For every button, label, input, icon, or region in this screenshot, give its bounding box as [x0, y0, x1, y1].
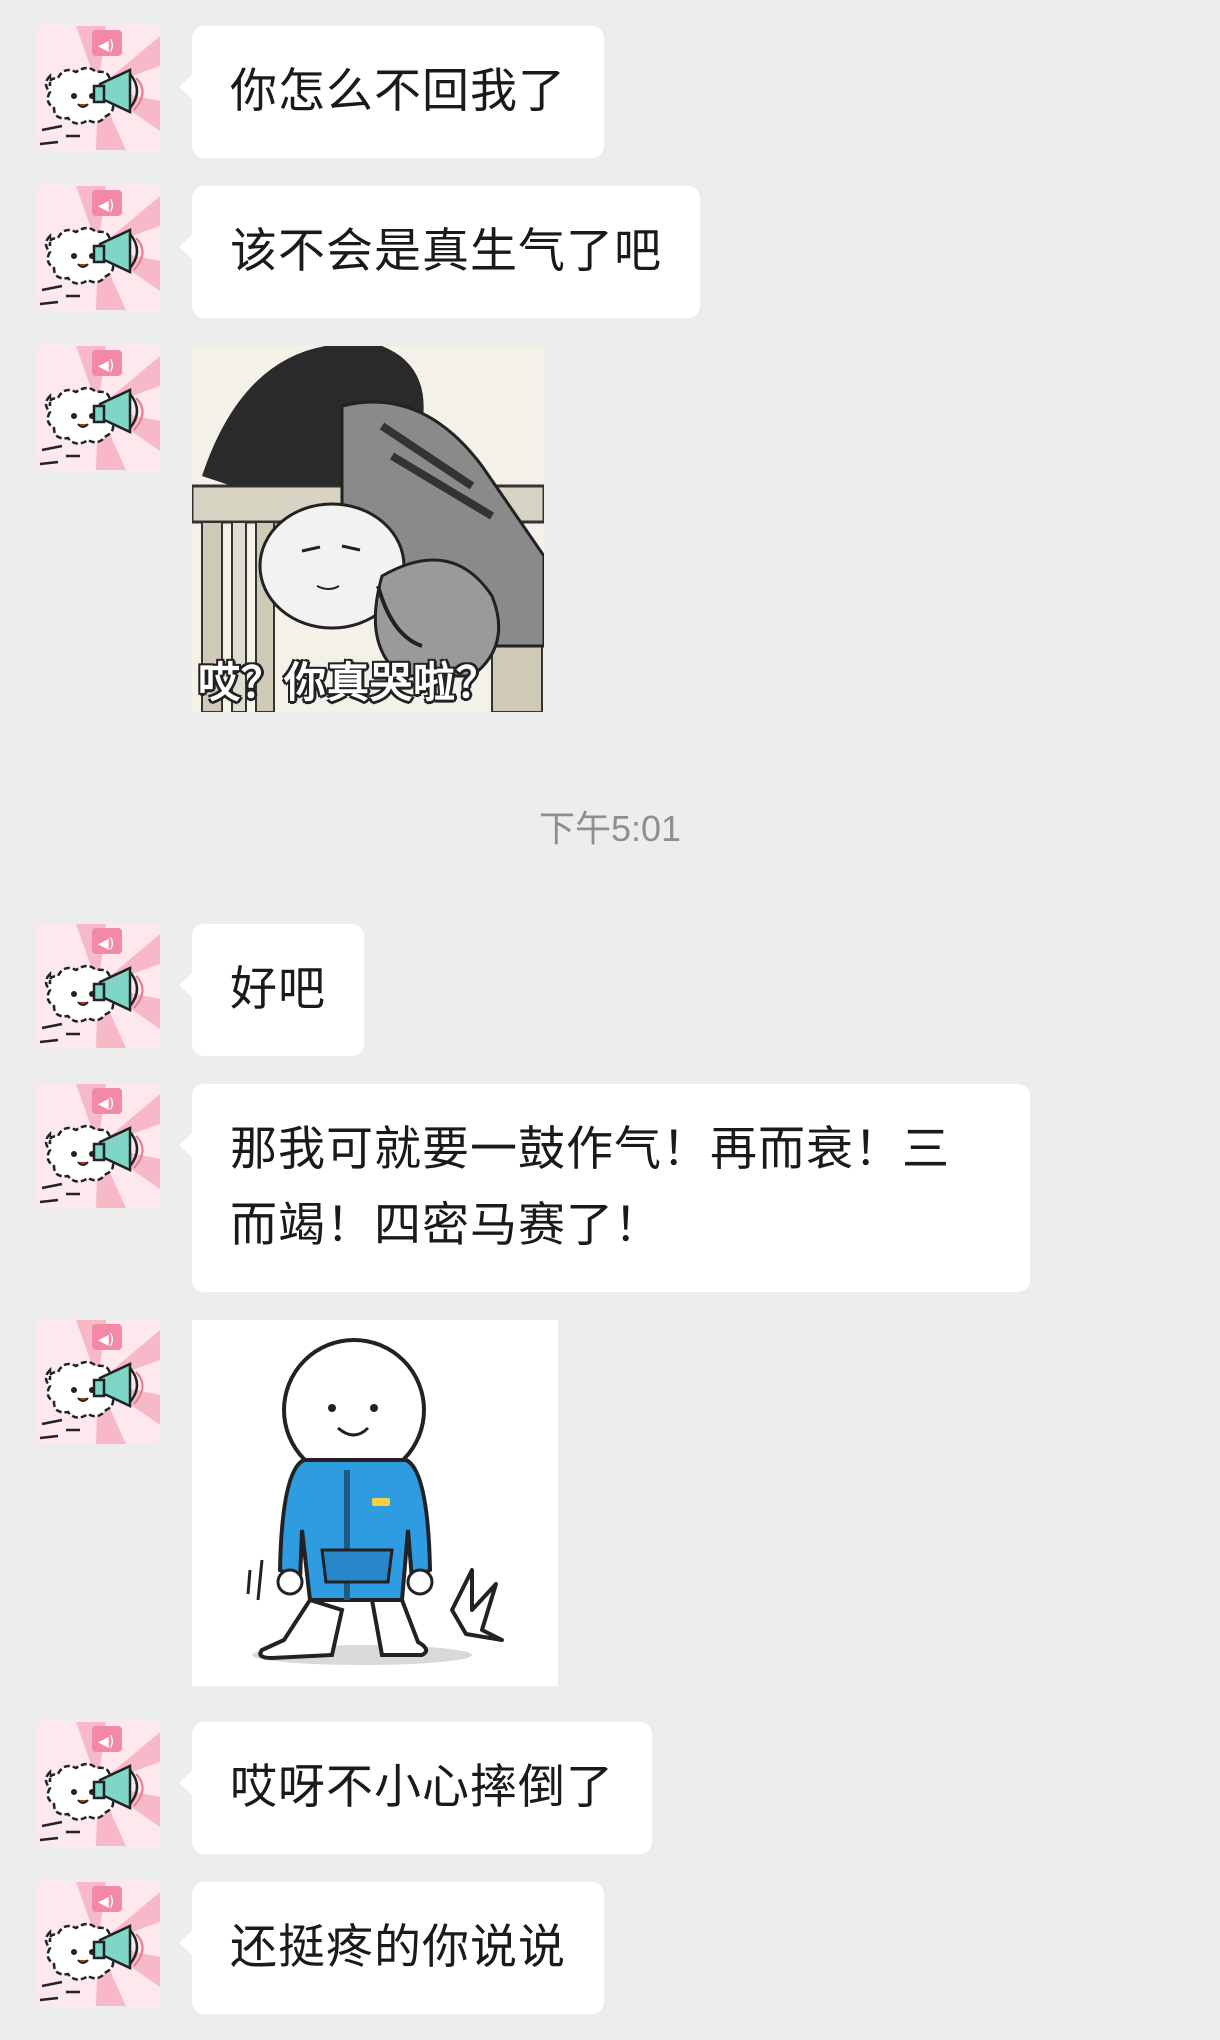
sticker-caption: 哎？你真哭啦？	[198, 658, 500, 707]
svg-text:◀): ◀)	[98, 358, 114, 374]
kneeling-cartoon-sticker-icon	[192, 1320, 558, 1686]
sheep-megaphone-avatar-icon: ◀)	[36, 1882, 160, 2006]
avatar[interactable]: ◀)	[36, 186, 160, 310]
message-bubble[interactable]: 好吧	[179, 924, 364, 1056]
message-text: 哎呀不小心摔倒了	[230, 1760, 614, 1815]
avatar[interactable]: ◀)	[36, 1084, 160, 1208]
sheep-megaphone-avatar-icon: ◀)	[36, 1722, 160, 1846]
avatar[interactable]: ◀)	[36, 1722, 160, 1846]
sheep-megaphone-avatar-icon: ◀)	[36, 346, 160, 470]
sheep-megaphone-avatar-icon: ◀)	[36, 924, 160, 1048]
message-text: 还挺疼的你说说	[230, 1920, 566, 1975]
svg-text:◀): ◀)	[98, 1894, 114, 1910]
avatar[interactable]: ◀)	[36, 1882, 160, 2006]
avatar[interactable]: ◀)	[36, 346, 160, 470]
sheep-megaphone-avatar-icon: ◀)	[36, 26, 160, 150]
svg-text:◀): ◀)	[98, 38, 114, 54]
message-text: 好吧	[230, 962, 326, 1017]
svg-text:◀): ◀)	[98, 936, 114, 952]
message-text: 该不会是真生气了吧	[230, 224, 662, 279]
message-bubble[interactable]: 那我可就要一鼓作气！再而衰！三而竭！四密马赛了！	[179, 1084, 1030, 1292]
timestamp: 下午5:01	[538, 808, 682, 849]
message-bubble[interactable]: 你怎么不回我了	[179, 26, 604, 158]
svg-text:◀): ◀)	[98, 1734, 114, 1750]
sticker-message[interactable]: 哎？你真哭啦？	[192, 346, 544, 712]
message-bubble[interactable]: 还挺疼的你说说	[179, 1882, 604, 2014]
avatar[interactable]: ◀)	[36, 26, 160, 150]
svg-text:◀): ◀)	[98, 1332, 114, 1348]
svg-text:◀): ◀)	[98, 198, 114, 214]
message-text: 你怎么不回我了	[230, 64, 566, 119]
avatar[interactable]: ◀)	[36, 1320, 160, 1444]
message-text: 那我可就要一鼓作气！再而衰！三而竭！四密马赛了！	[230, 1122, 950, 1253]
avatar[interactable]: ◀)	[36, 924, 160, 1048]
message-bubble[interactable]: 哎呀不小心摔倒了	[179, 1722, 652, 1854]
sticker-message[interactable]	[192, 1320, 558, 1686]
svg-text:◀): ◀)	[98, 1096, 114, 1112]
message-bubble[interactable]: 该不会是真生气了吧	[179, 186, 700, 318]
sheep-megaphone-avatar-icon: ◀)	[36, 186, 160, 310]
sheep-megaphone-avatar-icon: ◀)	[36, 1320, 160, 1444]
sheep-megaphone-avatar-icon: ◀)	[36, 1084, 160, 1208]
